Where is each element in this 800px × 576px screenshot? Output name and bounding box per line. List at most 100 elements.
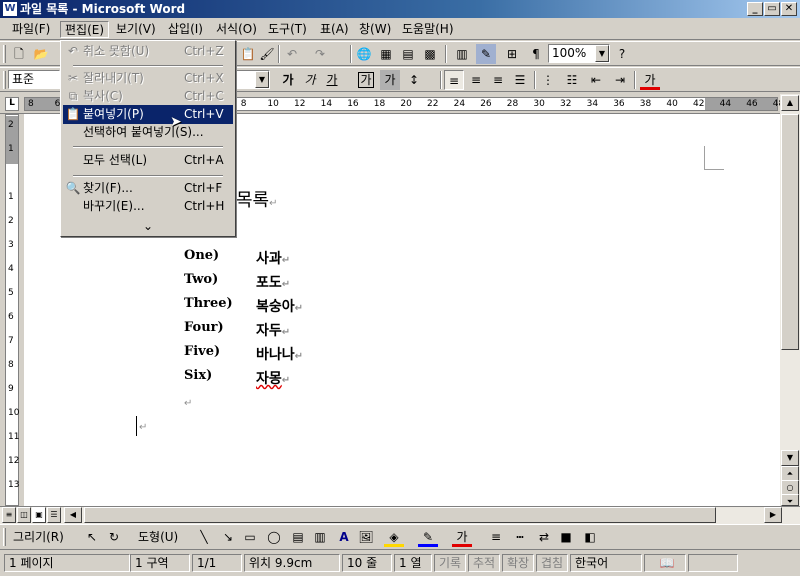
toolbar-grip[interactable]	[3, 528, 6, 546]
font-size-select[interactable]: ▼	[236, 70, 270, 89]
toolbar-grip[interactable]	[3, 71, 6, 89]
line-style-icon[interactable]: ≡	[486, 527, 506, 547]
horizontal-scroll-thumb[interactable]	[84, 507, 716, 523]
insert-excel-icon[interactable]: ▩	[420, 44, 440, 64]
phonetic-icon[interactable]: ↕	[404, 70, 424, 90]
scroll-left-button[interactable]: ◀	[64, 507, 82, 523]
menu-find[interactable]: 🔍 찾기(F)... Ctrl+F	[63, 179, 233, 198]
style-select[interactable]: 표준	[8, 70, 60, 89]
hyperlink-icon[interactable]: 🌐	[354, 44, 374, 64]
menu-undo[interactable]: ↶ 취소 못함(U) Ctrl+Z	[63, 42, 233, 61]
status-trk[interactable]: 추적	[468, 554, 500, 572]
italic-button[interactable]: 가	[300, 70, 320, 90]
menu-tools[interactable]: 도구(T)	[264, 21, 311, 38]
menu-replace[interactable]: 바꾸기(E)... Ctrl+H	[63, 197, 233, 216]
book-icon[interactable]: 📖	[644, 554, 686, 572]
line-color-icon[interactable]: ✎	[418, 527, 438, 547]
status-ovr[interactable]: 겹침	[536, 554, 568, 572]
chevron-down-icon[interactable]: ▼	[595, 45, 609, 62]
char-shading-button[interactable]: 가	[380, 70, 400, 90]
free-rotate-icon[interactable]: ↻	[104, 527, 124, 547]
columns-icon[interactable]: ▥	[452, 44, 472, 64]
line-icon[interactable]: ╲	[194, 527, 214, 547]
close-button[interactable]: ✕	[781, 2, 797, 16]
underline-button[interactable]: 가	[322, 70, 342, 90]
chevron-down-icon[interactable]: ▼	[255, 71, 269, 88]
insert-table-icon[interactable]: ▤	[398, 44, 418, 64]
3d-icon[interactable]: ◧	[580, 527, 600, 547]
redo-icon[interactable]: ↷	[310, 44, 330, 64]
draw-menu[interactable]: 그리기(R)	[9, 529, 68, 546]
minimize-button[interactable]: _	[747, 2, 763, 16]
drawing-icon[interactable]: ✎	[476, 44, 496, 64]
scroll-down-button[interactable]: ▼	[781, 450, 799, 466]
fill-color-icon[interactable]: ◈	[384, 527, 404, 547]
expand-menu-icon[interactable]: ⌄	[63, 217, 233, 236]
menu-help[interactable]: 도움말(H)	[398, 21, 458, 38]
autoshapes-menu[interactable]: 도형(U)	[134, 529, 182, 546]
next-page-button[interactable]: ⏷	[781, 494, 799, 506]
menu-insert[interactable]: 삽입(I)	[164, 21, 207, 38]
numbering-icon[interactable]: ⋮	[538, 70, 558, 90]
help-icon[interactable]: ?	[612, 44, 632, 64]
font-color-button[interactable]: 가	[640, 70, 660, 90]
menu-edit[interactable]: 편집(E)	[60, 21, 110, 38]
maximize-button[interactable]: ▭	[764, 2, 780, 16]
arrow-icon[interactable]: ↘	[218, 527, 238, 547]
menu-paste[interactable]: 📋 붙여넣기(P) Ctrl+V	[63, 105, 233, 124]
menu-copy[interactable]: ⧉ 복사(C) Ctrl+C	[63, 87, 233, 106]
clipart-icon[interactable]: 🖼	[356, 527, 376, 547]
show-hide-icon[interactable]: ¶	[526, 44, 546, 64]
web-layout-icon[interactable]: ◫	[17, 507, 31, 523]
paste-icon[interactable]: 📋	[238, 44, 258, 64]
bullets-icon[interactable]: ☷	[562, 70, 582, 90]
normal-view-icon[interactable]: ≡	[2, 507, 16, 523]
arrow-style-icon[interactable]: ⇄	[534, 527, 554, 547]
wordart-icon[interactable]: A	[334, 527, 354, 547]
draw-font-color-button[interactable]: 가	[452, 527, 472, 547]
align-right-icon[interactable]: ≡	[488, 70, 508, 90]
menu-select-all[interactable]: 모두 선택(L) Ctrl+A	[63, 151, 233, 170]
tables-borders-icon[interactable]: ▦	[376, 44, 396, 64]
scroll-up-button[interactable]: ▲	[781, 95, 799, 111]
status-rec[interactable]: 기록	[434, 554, 466, 572]
outline-view-icon[interactable]: ☰	[47, 507, 61, 523]
vertical-ruler[interactable]: 2 1 1 2 3 4 5 6 7 8 9 10 11 12 13	[0, 114, 24, 506]
scroll-thumb[interactable]	[781, 114, 799, 350]
menu-format[interactable]: 서식(O)	[212, 21, 261, 38]
scroll-right-button[interactable]: ▶	[764, 507, 782, 523]
rectangle-icon[interactable]: ▭	[240, 527, 260, 547]
open-folder-icon[interactable]: 📂	[31, 44, 51, 64]
bold-button[interactable]: 가	[278, 70, 298, 90]
menu-paste-special[interactable]: 선택하여 붙여넣기(S)...	[63, 123, 233, 142]
textbox-icon[interactable]: ▤	[288, 527, 308, 547]
word-app-icon[interactable]: W	[3, 2, 17, 16]
status-ext[interactable]: 확장	[502, 554, 534, 572]
format-painter-icon[interactable]: 🖌	[257, 44, 277, 64]
dash-style-icon[interactable]: ┅	[510, 527, 530, 547]
vertical-scrollbar[interactable]: ▲ ▼ ⏶ ○ ⏷	[780, 94, 800, 506]
menu-window[interactable]: 창(W)	[355, 21, 395, 38]
vertical-textbox-icon[interactable]: ▥	[310, 527, 330, 547]
toolbar-grip[interactable]	[3, 45, 6, 63]
increase-indent-icon[interactable]: ⇥	[610, 70, 630, 90]
shadow-icon[interactable]: ■	[556, 527, 576, 547]
decrease-indent-icon[interactable]: ⇤	[586, 70, 606, 90]
list-item-fruit: 사과↵	[256, 251, 291, 267]
select-objects-icon[interactable]: ↖	[82, 527, 102, 547]
undo-icon[interactable]: ↶	[282, 44, 302, 64]
oval-icon[interactable]: ◯	[264, 527, 284, 547]
align-justify-icon[interactable]: ≡	[444, 70, 464, 90]
menu-file[interactable]: 파일(F)	[8, 21, 54, 38]
tab-selector[interactable]: L	[5, 97, 19, 111]
menu-table[interactable]: 표(A)	[316, 21, 353, 38]
menu-cut[interactable]: ✂ 잘라내기(T) Ctrl+X	[63, 69, 233, 88]
menu-view[interactable]: 보기(V)	[112, 21, 160, 38]
document-map-icon[interactable]: ⊞	[502, 44, 522, 64]
align-center-icon[interactable]: ≡	[466, 70, 486, 90]
new-document-icon[interactable]: 🗋	[9, 44, 29, 64]
char-border-button[interactable]: 가	[358, 72, 374, 88]
print-layout-icon[interactable]: ▣	[32, 507, 46, 523]
zoom-select[interactable]: 100% ▼	[548, 44, 610, 63]
distribute-icon[interactable]: ☰	[510, 70, 530, 90]
